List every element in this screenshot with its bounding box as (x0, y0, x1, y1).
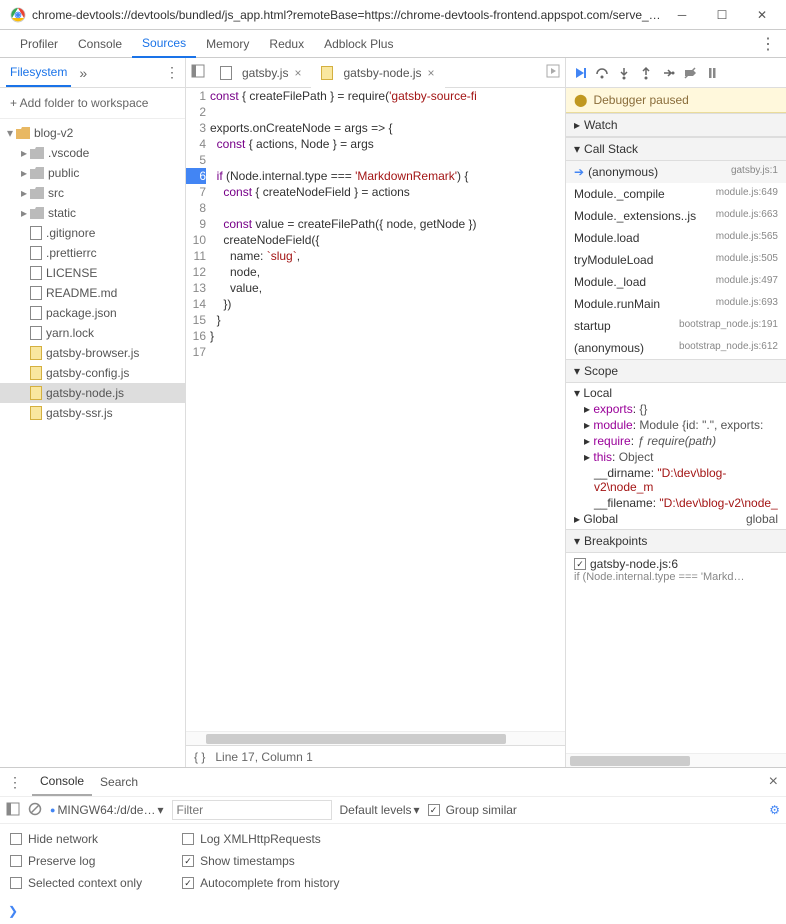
callstack-frame[interactable]: tryModuleLoadmodule.js:505 (566, 249, 786, 271)
log-levels-selector[interactable]: Default levels ▾ (340, 803, 420, 817)
run-snippet-icon[interactable] (541, 64, 565, 81)
console-setting[interactable]: Show timestamps (182, 854, 339, 868)
file-tab-gatsby-node-js[interactable]: gatsby-node.js× (311, 59, 444, 89)
tab-redux[interactable]: Redux (259, 31, 314, 57)
console-setting[interactable]: Log XMLHttpRequests (182, 832, 339, 846)
tabs-overflow-icon[interactable]: ⋮ (750, 34, 786, 54)
editor-horizontal-scrollbar[interactable] (186, 731, 565, 745)
step-icon[interactable] (658, 63, 678, 83)
file-icon (321, 66, 333, 80)
tab-profiler[interactable]: Profiler (10, 31, 68, 57)
tree-file--prettierrc[interactable]: .prettierrc (0, 243, 185, 263)
toggle-navigator-icon[interactable] (186, 64, 210, 81)
drawer-tab-search[interactable]: Search (92, 769, 146, 795)
callstack-frame[interactable]: Module.runMainmodule.js:693 (566, 293, 786, 315)
scope-section[interactable]: ▾Scope (566, 359, 786, 383)
callstack-section[interactable]: ▾Call Stack (566, 137, 786, 161)
debugger-horizontal-scrollbar[interactable] (566, 753, 786, 767)
tab-memory[interactable]: Memory (196, 31, 259, 57)
resume-icon[interactable] (570, 63, 590, 83)
tab-sources[interactable]: Sources (132, 30, 196, 58)
debugger-paused-banner: ⬤ Debugger paused (566, 88, 786, 113)
navigator-menu-icon[interactable]: ⋮ (165, 64, 179, 81)
editor-status-bar: { } Line 17, Column 1 (186, 745, 565, 767)
tree-folder-static[interactable]: ▸static (0, 203, 185, 223)
console-setting[interactable]: Selected context only (10, 876, 142, 890)
tree-folder-src[interactable]: ▸src (0, 183, 185, 203)
editor-pane: gatsby.js×gatsby-node.js× 12345678910111… (186, 58, 566, 767)
paused-label: Debugger paused (593, 93, 688, 107)
tree-file-package-json[interactable]: package.json (0, 303, 185, 323)
callstack-frame[interactable]: Module._loadmodule.js:497 (566, 271, 786, 293)
navigator-tab-filesystem[interactable]: Filesystem (6, 59, 71, 87)
file-icon (220, 66, 232, 80)
navigator-pane: Filesystem » ⋮ + Add folder to workspace… (0, 58, 186, 767)
devtools-tabs: ProfilerConsoleSourcesMemoryReduxAdblock… (0, 30, 786, 58)
tree-file-README-md[interactable]: README.md (0, 283, 185, 303)
watch-section[interactable]: ▸Watch (566, 113, 786, 137)
callstack-frame[interactable]: startupbootstrap_node.js:191 (566, 315, 786, 337)
close-tab-icon[interactable]: × (294, 66, 301, 80)
breakpoint-checkbox[interactable] (574, 558, 586, 570)
chrome-icon (10, 7, 26, 23)
window-title-bar: chrome-devtools://devtools/bundled/js_ap… (0, 0, 786, 30)
tree-file-LICENSE[interactable]: LICENSE (0, 263, 185, 283)
callstack-frame[interactable]: Module._extensions..jsmodule.js:663 (566, 205, 786, 227)
tree-file-gatsby-browser-js[interactable]: gatsby-browser.js (0, 343, 185, 363)
breakpoints-section[interactable]: ▾Breakpoints (566, 529, 786, 553)
console-drawer: ⋮ Console Search × ● MINGW64:/d/de… ▾ De… (0, 767, 786, 924)
callstack-frame[interactable]: Module.loadmodule.js:565 (566, 227, 786, 249)
breakpoint-row[interactable]: gatsby-node.js:6 (574, 557, 778, 571)
drawer-tab-console[interactable]: Console (32, 768, 92, 796)
add-folder-button[interactable]: + Add folder to workspace (0, 88, 185, 119)
tree-file-yarn-lock[interactable]: yarn.lock (0, 323, 185, 343)
tree-folder-.vscode[interactable]: ▸.vscode (0, 143, 185, 163)
step-over-icon[interactable] (592, 63, 612, 83)
group-similar-checkbox[interactable]: Group similar (428, 803, 517, 817)
drawer-close-icon[interactable]: × (769, 773, 778, 791)
tree-file-gatsby-config-js[interactable]: gatsby-config.js (0, 363, 185, 383)
console-settings-icon[interactable]: ⚙ (769, 803, 780, 817)
step-out-icon[interactable] (636, 63, 656, 83)
tree-folder-public[interactable]: ▸public (0, 163, 185, 183)
tree-file-gatsby-node-js[interactable]: gatsby-node.js (0, 383, 185, 403)
tree-file--gitignore[interactable]: .gitignore (0, 223, 185, 243)
maximize-button[interactable]: ☐ (702, 0, 742, 30)
callstack-frame[interactable]: (anonymous)bootstrap_node.js:612 (566, 337, 786, 359)
file-tab-gatsby-js[interactable]: gatsby.js× (210, 58, 311, 88)
step-into-icon[interactable] (614, 63, 634, 83)
file-tabs: gatsby.js×gatsby-node.js× (186, 58, 565, 88)
breakpoint-label: gatsby-node.js:6 (590, 557, 678, 571)
tree-file-gatsby-ssr-js[interactable]: gatsby-ssr.js (0, 403, 185, 423)
console-setting[interactable]: Preserve log (10, 854, 142, 868)
window-title: chrome-devtools://devtools/bundled/js_ap… (32, 8, 662, 22)
close-button[interactable]: ✕ (742, 0, 782, 30)
cursor-position: Line 17, Column 1 (215, 750, 312, 764)
console-sidebar-toggle-icon[interactable] (6, 802, 20, 819)
console-setting[interactable]: Hide network (10, 832, 142, 846)
pretty-print-icon[interactable]: { } (194, 750, 205, 764)
navigator-overflow-icon[interactable]: » (79, 65, 87, 81)
minimize-button[interactable]: ─ (662, 0, 702, 30)
breakpoint-condition: if (Node.internal.type === 'Markd… (574, 571, 778, 583)
tree-root[interactable]: ▾blog-v2 (0, 123, 185, 143)
console-prompt[interactable]: ❯ (0, 898, 786, 924)
console-filter-input[interactable] (172, 800, 332, 820)
pause-on-exceptions-icon[interactable] (702, 63, 722, 83)
console-setting[interactable]: Autocomplete from history (182, 876, 339, 890)
code-editor[interactable]: 1234567891011121314151617 const { create… (186, 88, 565, 731)
clear-console-icon[interactable] (28, 802, 42, 819)
callstack-frame[interactable]: ➔(anonymous)gatsby.js:1 (566, 161, 786, 183)
debugger-pane: ⬤ Debugger paused ▸Watch ▾Call Stack ➔(a… (566, 58, 786, 767)
tab-console[interactable]: Console (68, 31, 132, 57)
file-tree: ▾blog-v2▸.vscode▸public▸src▸static.gitig… (0, 119, 185, 767)
tab-adblock-plus[interactable]: Adblock Plus (314, 31, 403, 57)
drawer-menu-icon[interactable]: ⋮ (8, 774, 22, 791)
debugger-toolbar (566, 58, 786, 88)
close-tab-icon[interactable]: × (428, 66, 435, 80)
warning-icon: ⬤ (574, 93, 587, 107)
callstack-frame[interactable]: Module._compilemodule.js:649 (566, 183, 786, 205)
context-selector[interactable]: ● MINGW64:/d/de… ▾ (50, 803, 164, 817)
deactivate-breakpoints-icon[interactable] (680, 63, 700, 83)
